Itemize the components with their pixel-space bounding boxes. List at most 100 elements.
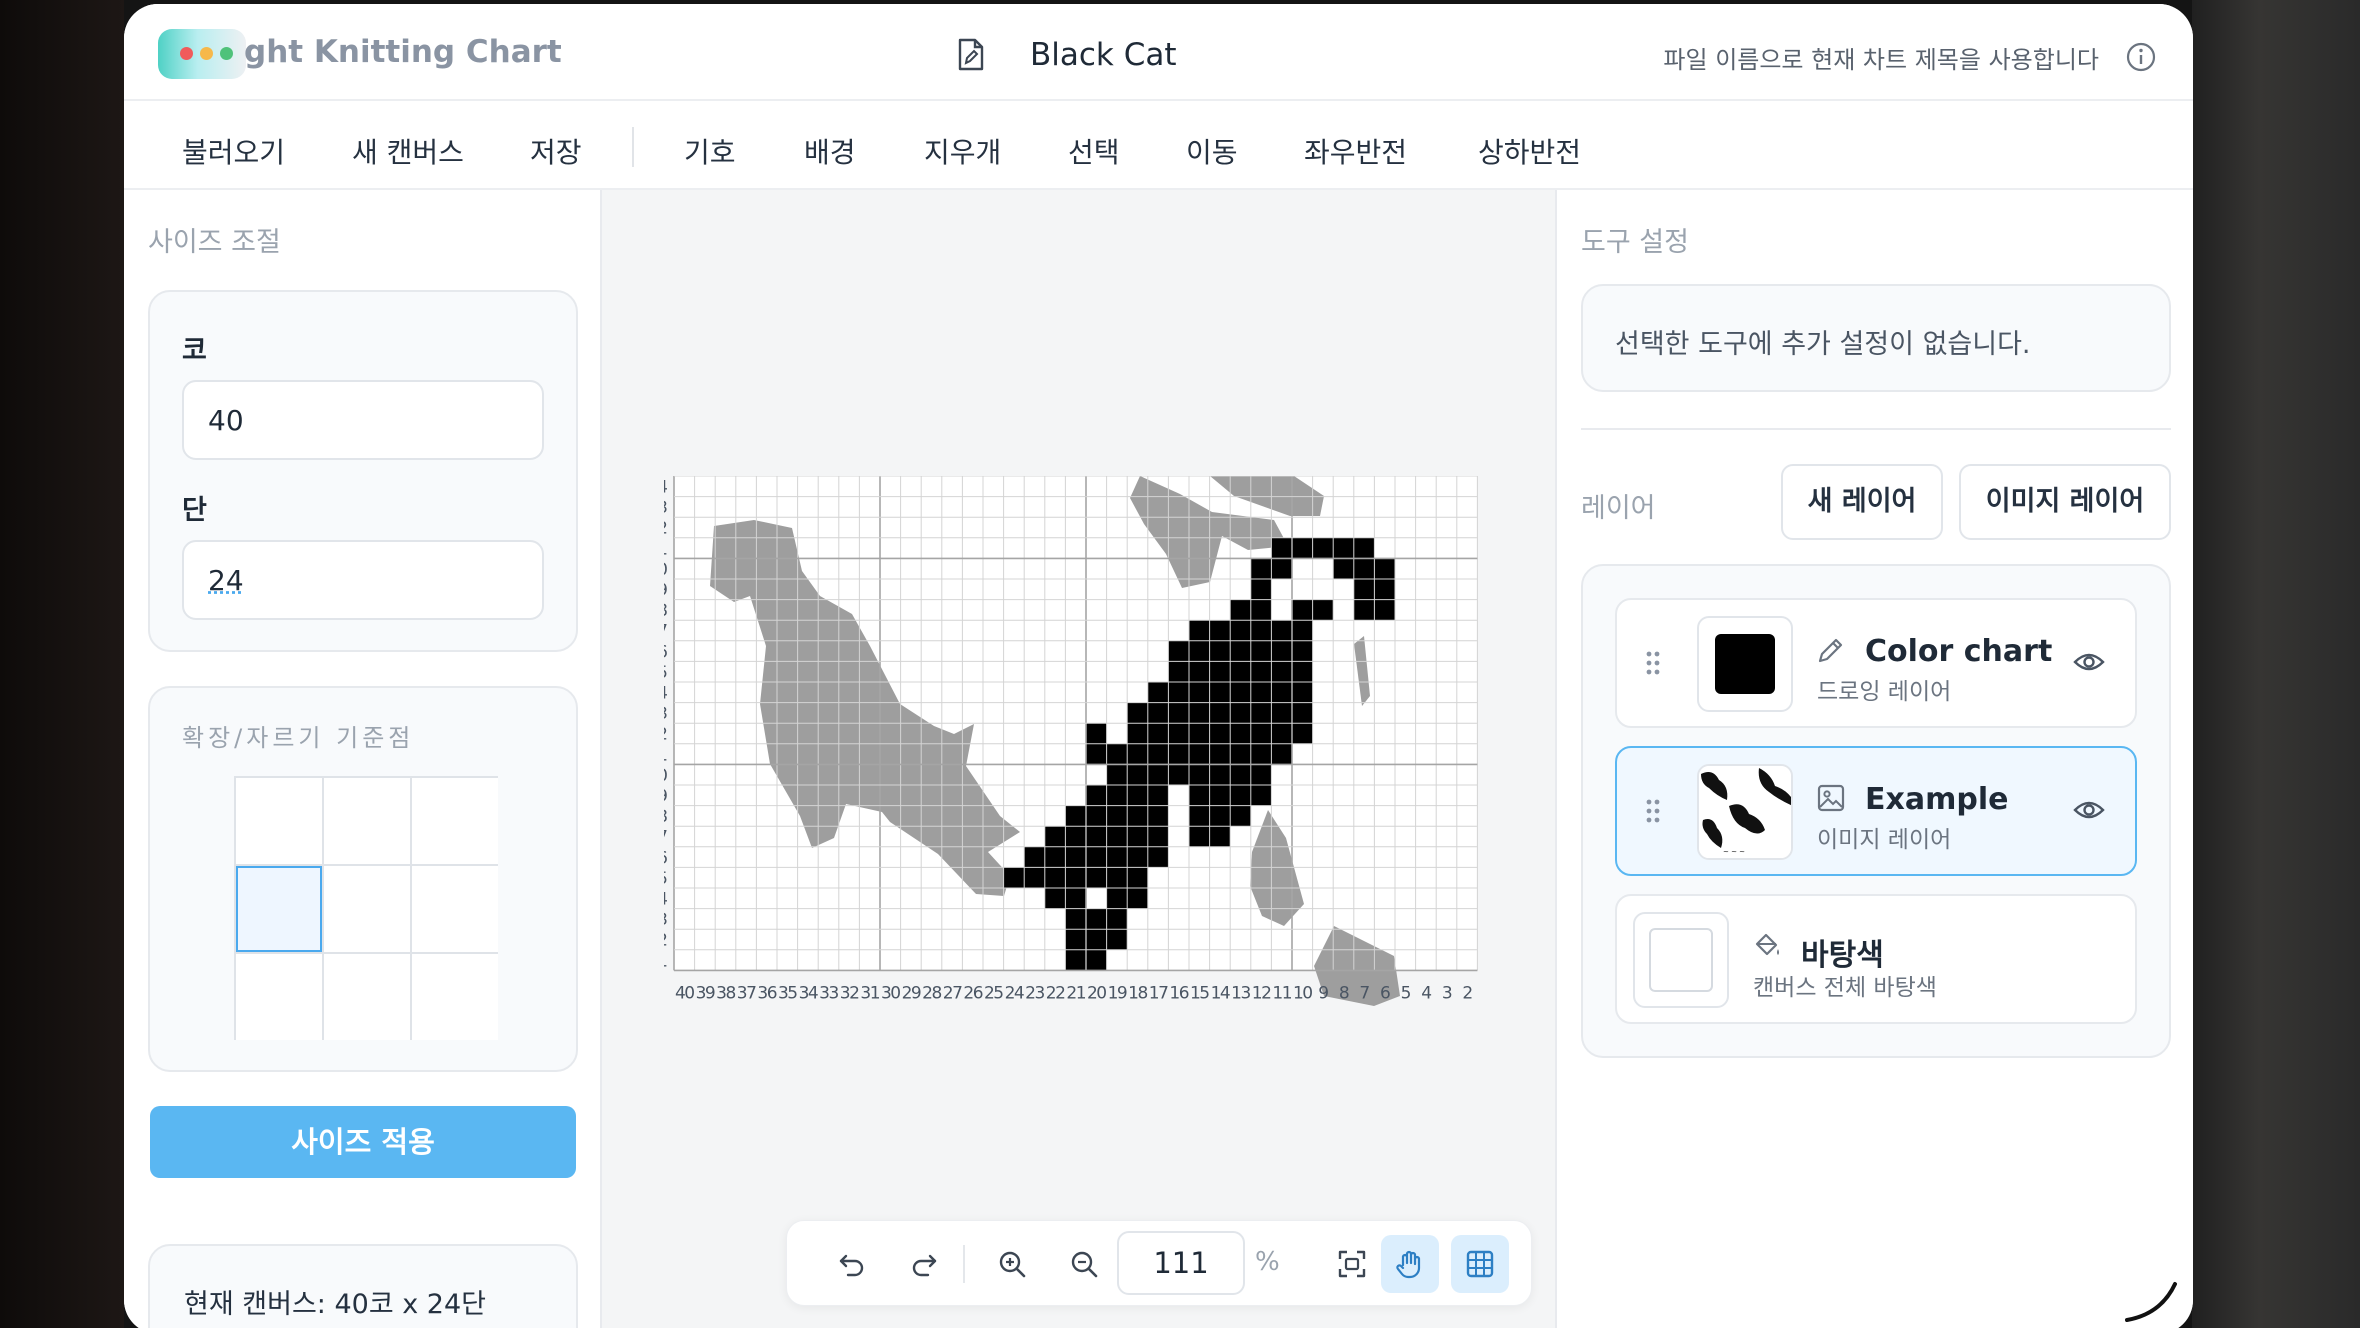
stitch-cell — [1127, 826, 1148, 847]
stitch-cell — [1271, 682, 1292, 703]
column-label: 16 — [1169, 983, 1188, 1003]
undo-button[interactable] — [823, 1235, 881, 1293]
layer-item-example[interactable]: ~ ~ ~ Example 이미지 레이어 — [1615, 746, 2137, 876]
document-title[interactable]: Black Cat — [1030, 37, 1177, 73]
apply-size-button[interactable]: 사이즈 적용 — [150, 1106, 576, 1178]
column-label: 7 — [1359, 983, 1369, 1003]
hand-tool-button[interactable] — [1381, 1235, 1439, 1293]
zoom-input[interactable]: 111 — [1117, 1231, 1245, 1295]
knitting-chart[interactable]: 2423222120191817161514131211109876543214… — [664, 476, 1544, 1036]
column-label: 40 — [675, 983, 694, 1003]
column-label: 3 — [1442, 983, 1452, 1003]
size-card: 코 단 — [148, 290, 578, 652]
eye-icon[interactable] — [2073, 798, 2105, 822]
menu-symbol[interactable]: 기호 — [684, 131, 736, 171]
app-title: ght Knitting Chart — [244, 34, 562, 70]
menu-select[interactable]: 선택 — [1068, 131, 1120, 171]
column-label: 25 — [984, 983, 1003, 1003]
menu-flip-vertical[interactable]: 상하반전 — [1478, 131, 1581, 171]
column-label: 36 — [757, 983, 776, 1003]
menu-eraser[interactable]: 지우개 — [924, 131, 1001, 171]
close-window-button[interactable] — [180, 47, 193, 60]
redo-button[interactable] — [895, 1235, 953, 1293]
minimize-window-button[interactable] — [200, 47, 213, 60]
eye-icon[interactable] — [2073, 650, 2105, 674]
stitch-cell — [1250, 599, 1272, 621]
canvas-area[interactable]: 2423222120191817161514131211109876543214… — [602, 190, 1555, 1328]
fit-to-screen-button[interactable] — [1323, 1235, 1381, 1293]
column-label: 32 — [840, 983, 859, 1003]
window-controls[interactable] — [158, 29, 246, 79]
stitch-cell — [1292, 640, 1313, 662]
zoom-unit: % — [1255, 1247, 1280, 1277]
stitch-cell — [1209, 640, 1231, 662]
row-label: 6 — [664, 848, 668, 868]
stitch-cell — [1189, 661, 1210, 682]
layer-name: Example — [1865, 782, 2009, 817]
stitch-cell — [1065, 805, 1086, 827]
column-label: 39 — [696, 983, 715, 1003]
column-label: 8 — [1339, 983, 1349, 1003]
column-label: 21 — [1066, 983, 1085, 1003]
row-label: 16 — [664, 642, 668, 662]
new-layer-button[interactable]: 새 레이어 — [1781, 464, 1943, 540]
anchor-top-center[interactable] — [324, 778, 410, 864]
grid-toggle-button[interactable] — [1451, 1235, 1509, 1293]
anchor-bottom-center[interactable] — [324, 954, 410, 1040]
size-panel: 사이즈 조절 코 단 확장/자르기 기준점 사이즈 적용 현재 캔버스: 4 — [124, 190, 602, 1328]
anchor-top-left[interactable] — [236, 778, 322, 864]
anchor-top-right[interactable] — [412, 778, 498, 864]
column-label: 28 — [922, 983, 941, 1003]
stitch-cell — [1353, 579, 1375, 600]
menu-load[interactable]: 불러오기 — [182, 131, 285, 171]
row-label: 1 — [664, 951, 668, 971]
stitch-cell — [1086, 846, 1107, 868]
row-label: 18 — [664, 601, 668, 621]
resize-corner-icon[interactable] — [2121, 1262, 2185, 1326]
zoom-out-button[interactable] — [1055, 1235, 1113, 1293]
anchor-bottom-right[interactable] — [412, 954, 498, 1040]
stitch-cell — [1065, 846, 1086, 868]
stitch-cell — [1086, 826, 1107, 847]
stitch-cell — [1292, 537, 1313, 559]
zoom-in-button[interactable] — [983, 1235, 1041, 1293]
maximize-window-button[interactable] — [220, 47, 233, 60]
anchor-middle-right[interactable] — [412, 866, 498, 952]
layer-thumbnail: ~ ~ ~ — [1697, 764, 1793, 860]
stitch-cell — [1106, 846, 1128, 868]
stitch-cell — [1374, 599, 1395, 621]
column-label: 22 — [1046, 983, 1065, 1003]
anchor-grid — [234, 776, 498, 1040]
stitch-cell — [1189, 826, 1210, 847]
drag-handle-icon[interactable] — [1645, 798, 1661, 824]
stitch-cell — [1292, 723, 1313, 744]
column-label: 38 — [716, 983, 735, 1003]
menu-flip-horizontal[interactable]: 좌우반전 — [1304, 131, 1407, 171]
anchor-middle-left[interactable] — [236, 866, 322, 952]
menu-move[interactable]: 이동 — [1186, 131, 1238, 171]
menu-save[interactable]: 저장 — [530, 131, 582, 171]
anchor-middle-center[interactable] — [324, 866, 410, 952]
rows-input[interactable] — [182, 540, 544, 620]
chart-svg[interactable]: 2423222120191817161514131211109876543214… — [664, 476, 1544, 1036]
layer-item-background-color[interactable]: 바탕색 캔버스 전체 바탕색 — [1615, 894, 2137, 1024]
stitch-cell — [1189, 764, 1210, 785]
layer-name: Color chart — [1865, 634, 2053, 669]
stitches-input[interactable] — [182, 380, 544, 460]
image-layer-button[interactable]: 이미지 레이어 — [1959, 464, 2171, 540]
info-icon[interactable] — [2125, 41, 2157, 73]
stitch-cell — [1044, 826, 1066, 847]
anchor-bottom-left[interactable] — [236, 954, 322, 1040]
svg-text:~ ~ ~: ~ ~ ~ — [1723, 848, 1745, 856]
column-label: 5 — [1401, 983, 1411, 1003]
menu-background[interactable]: 배경 — [804, 131, 856, 171]
stitch-cell — [1147, 846, 1169, 868]
stitch-cell — [1230, 723, 1251, 744]
stitch-cell — [1086, 723, 1107, 744]
rows-label: 단 — [182, 495, 207, 526]
menu-new-canvas[interactable]: 새 캔버스 — [352, 131, 464, 171]
layer-item-color-chart[interactable]: Color chart 드로잉 레이어 — [1615, 598, 2137, 728]
drag-handle-icon[interactable] — [1645, 650, 1661, 676]
stitch-cell — [1106, 867, 1128, 888]
column-label: 29 — [902, 983, 921, 1003]
